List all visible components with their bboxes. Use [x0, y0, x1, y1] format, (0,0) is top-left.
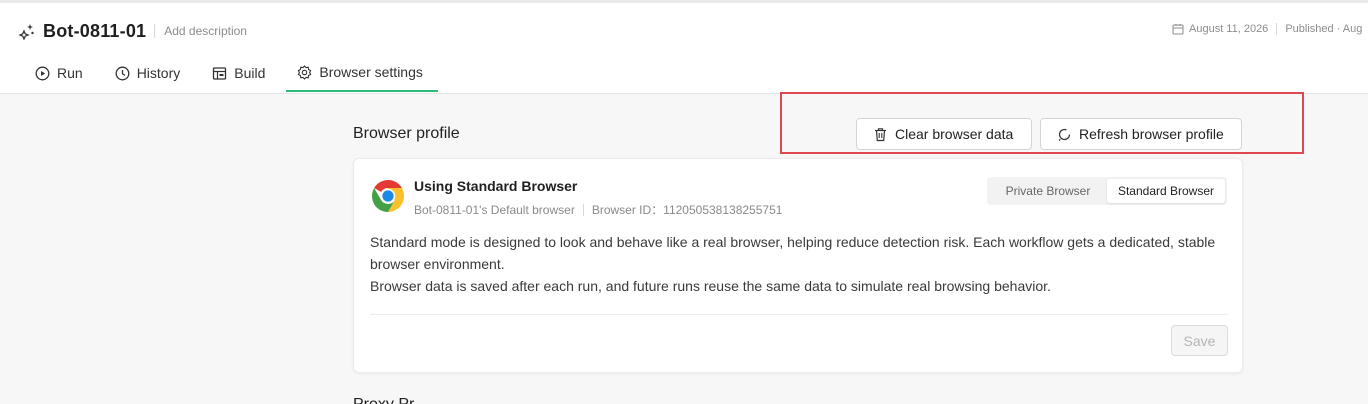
description-line-1: Standard mode is designed to look and be… [370, 234, 1216, 272]
clear-browser-data-button[interactable]: Clear browser data [856, 118, 1032, 150]
refresh-browser-profile-label: Refresh browser profile [1079, 126, 1224, 142]
updated-date: August 11, 2026 [1189, 23, 1269, 35]
browser-mode-toggle: Private Browser Standard Browser [987, 177, 1227, 205]
description-line-2: Browser data is saved after each run, an… [370, 278, 1051, 294]
next-section-title: Proxy Pr [353, 394, 414, 404]
mode-description: Standard mode is designed to look and be… [370, 231, 1230, 297]
tab-build[interactable]: Build [201, 54, 276, 92]
browser-profile-title: Browser profile [353, 125, 460, 142]
clock-icon [115, 66, 130, 81]
browser-id: Browser ID：112050538138255751 [591, 203, 783, 217]
tab-history-label: History [136, 65, 181, 81]
card-title: Using Standard Browser [414, 178, 578, 194]
refresh-browser-profile-button[interactable]: Refresh browser profile [1040, 118, 1242, 150]
title-row: Bot-0811-01 Add description [18, 18, 247, 44]
tab-run-label: Run [57, 65, 83, 81]
tab-history[interactable]: History [104, 54, 192, 92]
sparkle-icon [18, 22, 36, 40]
title-separator [154, 24, 156, 38]
clear-browser-data-label: Clear browser data [895, 126, 1014, 142]
top-rule [0, 0, 1368, 3]
calendar-icon [1172, 23, 1184, 35]
layout-icon [212, 66, 227, 81]
default-browser-label: Bot-0811-01's Default browser [414, 202, 575, 217]
private-browser-option[interactable]: Private Browser [989, 179, 1107, 203]
tab-browser-settings[interactable]: Browser settings [286, 54, 438, 92]
card-divider [370, 314, 1228, 315]
gear-icon [297, 64, 312, 80]
browser-profile-card: Using Standard Browser Bot-0811-01's Def… [353, 158, 1243, 373]
refresh-icon [1057, 127, 1072, 142]
play-circle-icon [35, 66, 50, 81]
trash-icon [873, 127, 888, 142]
page-header: Bot-0811-01 Add description August 11, 2… [0, 0, 1368, 94]
subtitle-separator [582, 203, 584, 216]
card-subtitle: Bot-0811-01's Default browser Browser ID… [414, 201, 782, 218]
bot-name[interactable]: Bot-0811-01 [43, 21, 146, 42]
meta-separator [1276, 23, 1278, 35]
tab-bar: Run History Build Browser settings [24, 54, 448, 94]
save-button[interactable]: Save [1171, 325, 1228, 356]
add-description-link[interactable]: Add description [164, 24, 247, 38]
chrome-logo-icon [371, 179, 405, 213]
tab-run[interactable]: Run [24, 54, 94, 92]
tab-browser-settings-label: Browser settings [319, 64, 423, 80]
meta-row: August 11, 2026 Published · Aug [1172, 23, 1368, 35]
standard-browser-option[interactable]: Standard Browser [1107, 179, 1225, 203]
published-status: Published · Aug [1285, 23, 1363, 35]
tab-build-label: Build [234, 65, 266, 81]
